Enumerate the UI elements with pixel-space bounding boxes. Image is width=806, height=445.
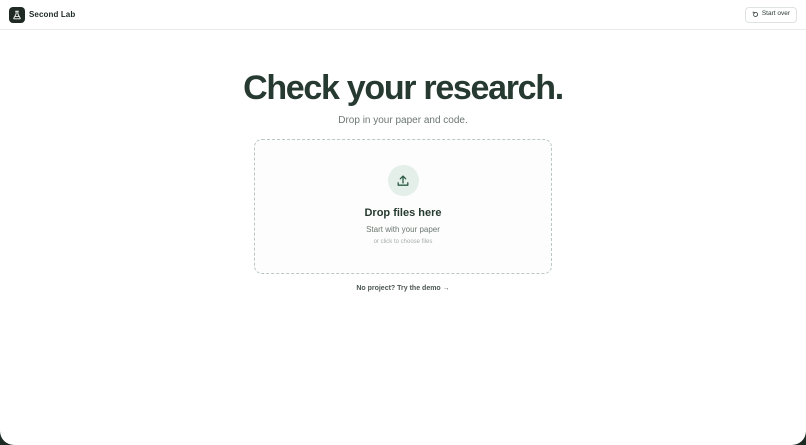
flask-icon[interactable] [9,6,25,23]
dropzone-title: Drop files here [364,207,442,219]
start-over-label: Start over [761,10,790,18]
demo-link-row: No project? Try the demo → [0,285,806,292]
top-bar: Second Lab Start over [0,0,806,30]
page-subtitle: Drop in your paper and code. [338,115,468,126]
upload-icon [397,174,409,186]
dropzone-subtitle: Start with your paper [366,225,440,234]
try-demo-label: No project? Try the demo [356,285,441,292]
upload-icon-badge [387,165,419,196]
hero-section: Check your research. Drop in your paper … [0,68,806,126]
try-demo-link[interactable]: No project? Try the demo → [356,285,449,292]
file-dropzone[interactable]: Drop files here Start with your paper or… [254,139,552,274]
page-title: Check your research. [243,69,564,107]
refresh-icon [752,11,758,17]
start-over-button[interactable]: Start over [744,6,797,23]
app-name: Second Lab [29,10,76,19]
arrow-right-icon: → [442,285,450,292]
app-window: Second Lab Start over Check your researc… [0,0,806,445]
dropzone-hint: or click to choose files [373,239,433,245]
